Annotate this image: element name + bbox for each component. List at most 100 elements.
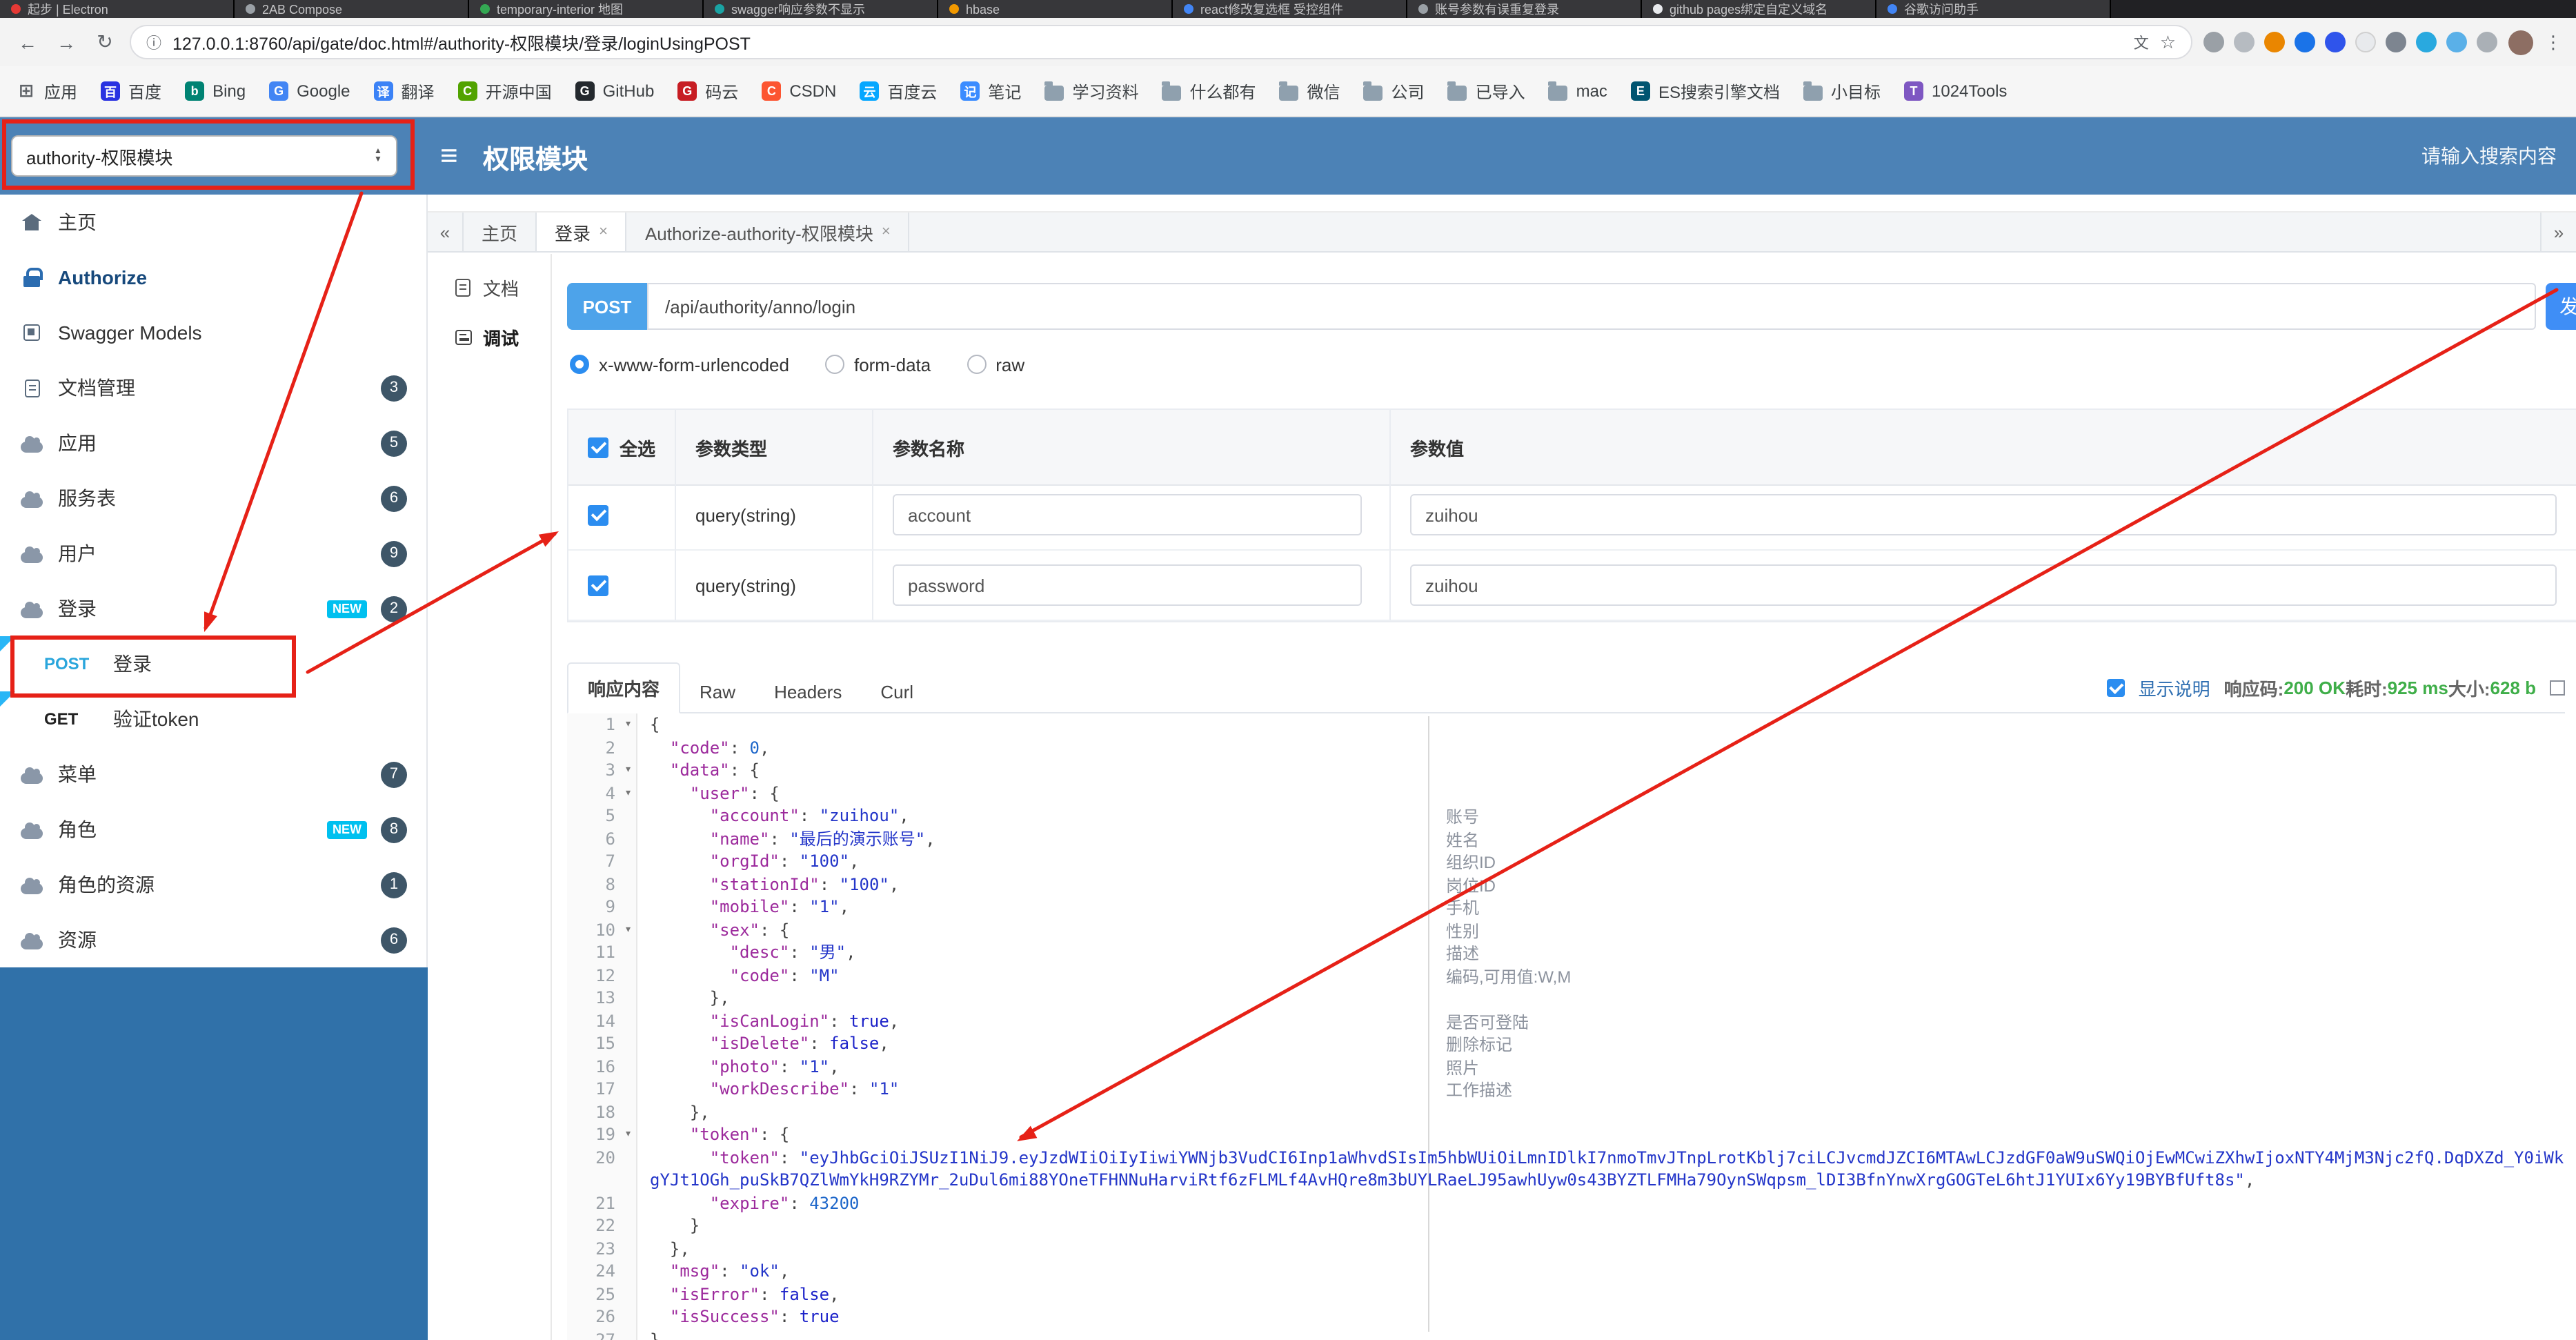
- rail-item[interactable]: 文档: [428, 262, 551, 312]
- bookmark-item[interactable]: 码云: [677, 79, 738, 103]
- param-value-input[interactable]: [1410, 564, 2557, 606]
- browser-tab[interactable]: swagger响应参数不显示: [704, 0, 938, 18]
- select-all-checkbox[interactable]: [588, 437, 608, 457]
- close-tab-icon[interactable]: [882, 224, 891, 240]
- sidebar-item[interactable]: 资源 NEW 6: [0, 912, 426, 967]
- translate-extension-icon[interactable]: [2203, 32, 2224, 52]
- line-number: 3: [567, 759, 636, 782]
- bookmark-item[interactable]: 笔记: [960, 79, 1021, 103]
- fold-caret-icon[interactable]: [624, 1123, 632, 1146]
- browser-tab[interactable]: 谷歌访问助手: [1876, 0, 2111, 18]
- sidebar-item[interactable]: 应用 NEW 5: [0, 415, 426, 471]
- param-name-input[interactable]: [893, 494, 1362, 535]
- close-tab-icon[interactable]: [599, 224, 608, 240]
- snowflake-extension-icon[interactable]: [2446, 32, 2467, 52]
- sidebar-item[interactable]: 角色 NEW 8: [0, 802, 426, 857]
- white-extension-icon[interactable]: [2355, 32, 2376, 52]
- bookmark-item[interactable]: 什么都有: [1162, 79, 1256, 103]
- bookmark-item[interactable]: 应用: [17, 79, 77, 103]
- google-extension-icon[interactable]: [2264, 32, 2285, 52]
- bookmark-item[interactable]: 微信: [1279, 79, 1340, 103]
- rail-item[interactable]: 调试: [428, 312, 551, 362]
- content-type-radio[interactable]: form-data: [824, 354, 931, 375]
- sidebar-item[interactable]: 主页 NEW: [0, 195, 426, 250]
- sidebar-item[interactable]: 登录 NEW 2: [0, 581, 426, 636]
- sidebar-item[interactable]: GET 验证token NEW: [0, 691, 426, 747]
- sidebar-item[interactable]: Swagger Models NEW: [0, 305, 426, 360]
- content-type-radio[interactable]: raw: [967, 354, 1024, 375]
- url-text[interactable]: 127.0.0.1:8760/api/gate/doc.html#/author…: [172, 29, 2123, 55]
- bookmark-item[interactable]: CSDN: [762, 81, 836, 101]
- bookmark-star-icon[interactable]: ☆: [2160, 31, 2176, 53]
- bookmark-item[interactable]: 已导入: [1447, 79, 1525, 103]
- send-button[interactable]: 发: [2546, 283, 2576, 330]
- bookmark-item[interactable]: 公司: [1363, 79, 1425, 103]
- tab-scroll-right-icon[interactable]: »: [2540, 213, 2576, 251]
- tab-scroll-left-icon[interactable]: «: [428, 213, 464, 251]
- lantern-extension-icon[interactable]: [2416, 32, 2437, 52]
- param-name-input[interactable]: [893, 564, 1362, 606]
- back-icon[interactable]: ←: [14, 31, 41, 53]
- sidebar-item[interactable]: 角色的资源 NEW 1: [0, 857, 426, 912]
- bookmark-item[interactable]: Bing: [185, 81, 246, 101]
- clock-extension-icon[interactable]: [2234, 32, 2255, 52]
- fold-caret-icon[interactable]: [624, 713, 632, 736]
- browser-tab[interactable]: temporary-interior 地图: [469, 0, 704, 18]
- jpg-extension-icon[interactable]: [2325, 32, 2346, 52]
- param-value-input[interactable]: [1410, 494, 2557, 535]
- bookmark-item[interactable]: ES搜索引擎文档: [1630, 79, 1780, 103]
- response-tab[interactable]: Raw: [680, 671, 755, 713]
- apps-grid-extension-icon[interactable]: [2477, 32, 2497, 52]
- sidebar-item[interactable]: POST 登录 NEW: [0, 636, 426, 691]
- sidebar-item[interactable]: Authorize NEW: [0, 250, 426, 305]
- show-description-checkbox[interactable]: [2106, 679, 2125, 697]
- bookmark-item[interactable]: mac: [1548, 81, 1607, 101]
- browser-tab[interactable]: github pages绑定自定义域名: [1642, 0, 1876, 18]
- response-tab[interactable]: Headers: [755, 671, 861, 713]
- sidebar-item[interactable]: 服务表 NEW 6: [0, 471, 426, 526]
- browser-tab[interactable]: hbase: [938, 0, 1173, 18]
- fold-caret-icon[interactable]: [624, 782, 632, 805]
- row-checkbox[interactable]: [588, 575, 608, 595]
- bookmark-item[interactable]: 百度: [101, 79, 161, 103]
- content-type-radio[interactable]: x-www-form-urlencoded: [570, 354, 789, 375]
- fold-caret-icon[interactable]: [624, 918, 632, 941]
- bookmark-item[interactable]: 百度云: [860, 79, 937, 103]
- browser-tab[interactable]: react修改复选框 受控组件: [1173, 0, 1407, 18]
- translate-page-icon[interactable]: 文: [2134, 31, 2149, 53]
- response-tab[interactable]: 响应内容: [567, 662, 681, 713]
- sidebar-item[interactable]: 文档管理 NEW 3: [0, 360, 426, 415]
- refresh-icon[interactable]: ↻: [91, 30, 119, 54]
- bookmark-item[interactable]: 翻译: [373, 79, 435, 103]
- browser-menu-icon[interactable]: ⋮: [2544, 31, 2562, 53]
- profile-avatar[interactable]: [2508, 30, 2533, 55]
- bookmark-item[interactable]: Google: [269, 81, 350, 101]
- bookmark-item[interactable]: 1024Tools: [1904, 81, 2007, 101]
- sidebar-item[interactable]: 菜单 NEW 7: [0, 747, 426, 802]
- bookmark-item[interactable]: 小目标: [1803, 79, 1881, 103]
- fold-caret-icon[interactable]: [624, 759, 632, 782]
- row-checkbox[interactable]: [588, 504, 608, 525]
- shield-extension-icon[interactable]: [2386, 32, 2406, 52]
- address-bar[interactable]: ⓘ 127.0.0.1:8760/api/gate/doc.html#/auth…: [130, 25, 2192, 59]
- hamburger-menu-icon[interactable]: [440, 135, 458, 177]
- fullscreen-icon[interactable]: [2550, 680, 2565, 696]
- bookmark-item[interactable]: 开源中国: [457, 79, 552, 103]
- module-select[interactable]: authority-权限模块: [11, 135, 397, 177]
- bookmark-item[interactable]: GitHub: [575, 81, 654, 101]
- browser-tab[interactable]: 账号参数有误重复登录: [1407, 0, 1642, 18]
- page-info-icon[interactable]: ⓘ: [146, 31, 161, 53]
- request-url-field[interactable]: /api/authority/anno/login: [647, 283, 2536, 330]
- response-tab[interactable]: Curl: [861, 671, 933, 713]
- bookmark-item[interactable]: 学习资料: [1044, 79, 1138, 103]
- select-spinner-icon[interactable]: [368, 148, 388, 164]
- drive-extension-icon[interactable]: [2295, 32, 2315, 52]
- doc-tab[interactable]: 主页: [464, 213, 537, 251]
- doc-tab[interactable]: Authorize-authority-权限模块: [627, 213, 910, 251]
- sidebar-item[interactable]: 用户 NEW 9: [0, 526, 426, 581]
- browser-tab[interactable]: 2AB Compose: [235, 0, 469, 18]
- search-input[interactable]: [2253, 138, 2557, 174]
- forward-icon[interactable]: →: [52, 31, 80, 53]
- browser-tab[interactable]: 起步 | Electron: [0, 0, 235, 18]
- doc-tab[interactable]: 登录: [537, 213, 627, 251]
